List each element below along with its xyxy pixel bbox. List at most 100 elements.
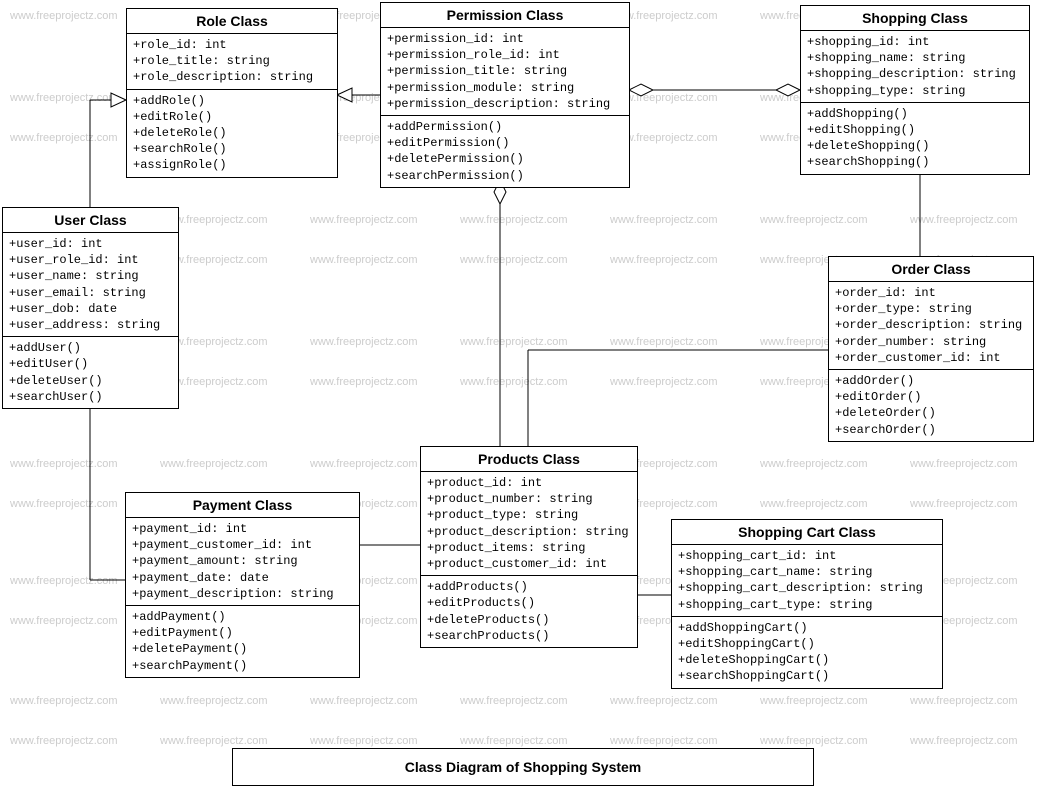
attr: +product_number: string <box>427 491 631 507</box>
attr: +product_items: string <box>427 540 631 556</box>
attr: +product_type: string <box>427 507 631 523</box>
attr: +permission_id: int <box>387 31 623 47</box>
attr: +order_customer_id: int <box>835 350 1027 366</box>
attr: +shopping_name: string <box>807 50 1023 66</box>
attr: +order_type: string <box>835 301 1027 317</box>
op: +deleteProducts() <box>427 612 631 628</box>
attr: +role_id: int <box>133 37 331 53</box>
op: +addUser() <box>9 340 172 356</box>
class-title: Products Class <box>421 447 637 472</box>
attr: +user_id: int <box>9 236 172 252</box>
attr: +permission_module: string <box>387 80 623 96</box>
attr: +payment_amount: string <box>132 553 353 569</box>
class-order: Order Class +order_id: int +order_type: … <box>828 256 1034 442</box>
attr: +order_description: string <box>835 317 1027 333</box>
class-attrs: +payment_id: int +payment_customer_id: i… <box>126 518 359 606</box>
attr: +user_role_id: int <box>9 252 172 268</box>
op: +addOrder() <box>835 373 1027 389</box>
attr: +payment_description: string <box>132 586 353 602</box>
class-attrs: +shopping_id: int +shopping_name: string… <box>801 31 1029 103</box>
attr: +shopping_cart_description: string <box>678 580 936 596</box>
class-role: Role Class +role_id: int +role_title: st… <box>126 8 338 178</box>
class-attrs: +shopping_cart_id: int +shopping_cart_na… <box>672 545 942 617</box>
attr: +role_title: string <box>133 53 331 69</box>
op: +addRole() <box>133 93 331 109</box>
op: +deleteUser() <box>9 373 172 389</box>
diagram-caption: Class Diagram of Shopping System <box>232 748 814 786</box>
class-ops: +addRole() +editRole() +deleteRole() +se… <box>127 90 337 177</box>
class-shopping-cart: Shopping Cart Class +shopping_cart_id: i… <box>671 519 943 689</box>
op: +assignRole() <box>133 157 331 173</box>
op: +editRole() <box>133 109 331 125</box>
op: +searchOrder() <box>835 422 1027 438</box>
class-title: Payment Class <box>126 493 359 518</box>
class-shopping: Shopping Class +shopping_id: int +shoppi… <box>800 5 1030 175</box>
class-title: User Class <box>3 208 178 233</box>
attr: +role_description: string <box>133 69 331 85</box>
class-products: Products Class +product_id: int +product… <box>420 446 638 648</box>
attr: +payment_id: int <box>132 521 353 537</box>
attr: +user_name: string <box>9 268 172 284</box>
attr: +shopping_cart_id: int <box>678 548 936 564</box>
attr: +payment_customer_id: int <box>132 537 353 553</box>
class-title: Shopping Class <box>801 6 1029 31</box>
op: +addPermission() <box>387 119 623 135</box>
op: +searchShoppingCart() <box>678 668 936 684</box>
attr: +product_description: string <box>427 524 631 540</box>
attr: +product_customer_id: int <box>427 556 631 572</box>
op: +addShoppingCart() <box>678 620 936 636</box>
class-attrs: +role_id: int +role_title: string +role_… <box>127 34 337 90</box>
attr: +product_id: int <box>427 475 631 491</box>
attr: +user_email: string <box>9 285 172 301</box>
class-ops: +addOrder() +editOrder() +deleteOrder() … <box>829 370 1033 441</box>
op: +deleteOrder() <box>835 405 1027 421</box>
op: +editPermission() <box>387 135 623 151</box>
class-title: Permission Class <box>381 3 629 28</box>
op: +deletePayment() <box>132 641 353 657</box>
class-payment: Payment Class +payment_id: int +payment_… <box>125 492 360 678</box>
attr: +user_address: string <box>9 317 172 333</box>
attr: +shopping_description: string <box>807 66 1023 82</box>
op: +editProducts() <box>427 595 631 611</box>
op: +addProducts() <box>427 579 631 595</box>
class-title: Shopping Cart Class <box>672 520 942 545</box>
class-ops: +addPermission() +editPermission() +dele… <box>381 116 629 187</box>
attr: +order_id: int <box>835 285 1027 301</box>
class-title: Order Class <box>829 257 1033 282</box>
class-ops: +addPayment() +editPayment() +deletePaym… <box>126 606 359 677</box>
op: +deleteRole() <box>133 125 331 141</box>
attr: +user_dob: date <box>9 301 172 317</box>
op: +searchShopping() <box>807 154 1023 170</box>
op: +addPayment() <box>132 609 353 625</box>
op: +addShopping() <box>807 106 1023 122</box>
class-ops: +addShopping() +editShopping() +deleteSh… <box>801 103 1029 174</box>
attr: +shopping_cart_name: string <box>678 564 936 580</box>
class-ops: +addUser() +editUser() +deleteUser() +se… <box>3 337 178 408</box>
class-attrs: +permission_id: int +permission_role_id:… <box>381 28 629 116</box>
op: +searchPermission() <box>387 168 623 184</box>
op: +editUser() <box>9 356 172 372</box>
attr: +shopping_id: int <box>807 34 1023 50</box>
class-title: Role Class <box>127 9 337 34</box>
op: +searchRole() <box>133 141 331 157</box>
op: +editPayment() <box>132 625 353 641</box>
attr: +order_number: string <box>835 334 1027 350</box>
attr: +permission_role_id: int <box>387 47 623 63</box>
class-user: User Class +user_id: int +user_role_id: … <box>2 207 179 409</box>
op: +searchUser() <box>9 389 172 405</box>
op: +searchProducts() <box>427 628 631 644</box>
class-attrs: +user_id: int +user_role_id: int +user_n… <box>3 233 178 337</box>
op: +deleteShopping() <box>807 138 1023 154</box>
attr: +shopping_cart_type: string <box>678 597 936 613</box>
class-permission: Permission Class +permission_id: int +pe… <box>380 2 630 188</box>
op: +editShopping() <box>807 122 1023 138</box>
attr: +permission_description: string <box>387 96 623 112</box>
op: +editShoppingCart() <box>678 636 936 652</box>
op: +deleteShoppingCart() <box>678 652 936 668</box>
op: +searchPayment() <box>132 658 353 674</box>
attr: +payment_date: date <box>132 570 353 586</box>
op: +deletePermission() <box>387 151 623 167</box>
class-ops: +addShoppingCart() +editShoppingCart() +… <box>672 617 942 688</box>
attr: +shopping_type: string <box>807 83 1023 99</box>
attr: +permission_title: string <box>387 63 623 79</box>
